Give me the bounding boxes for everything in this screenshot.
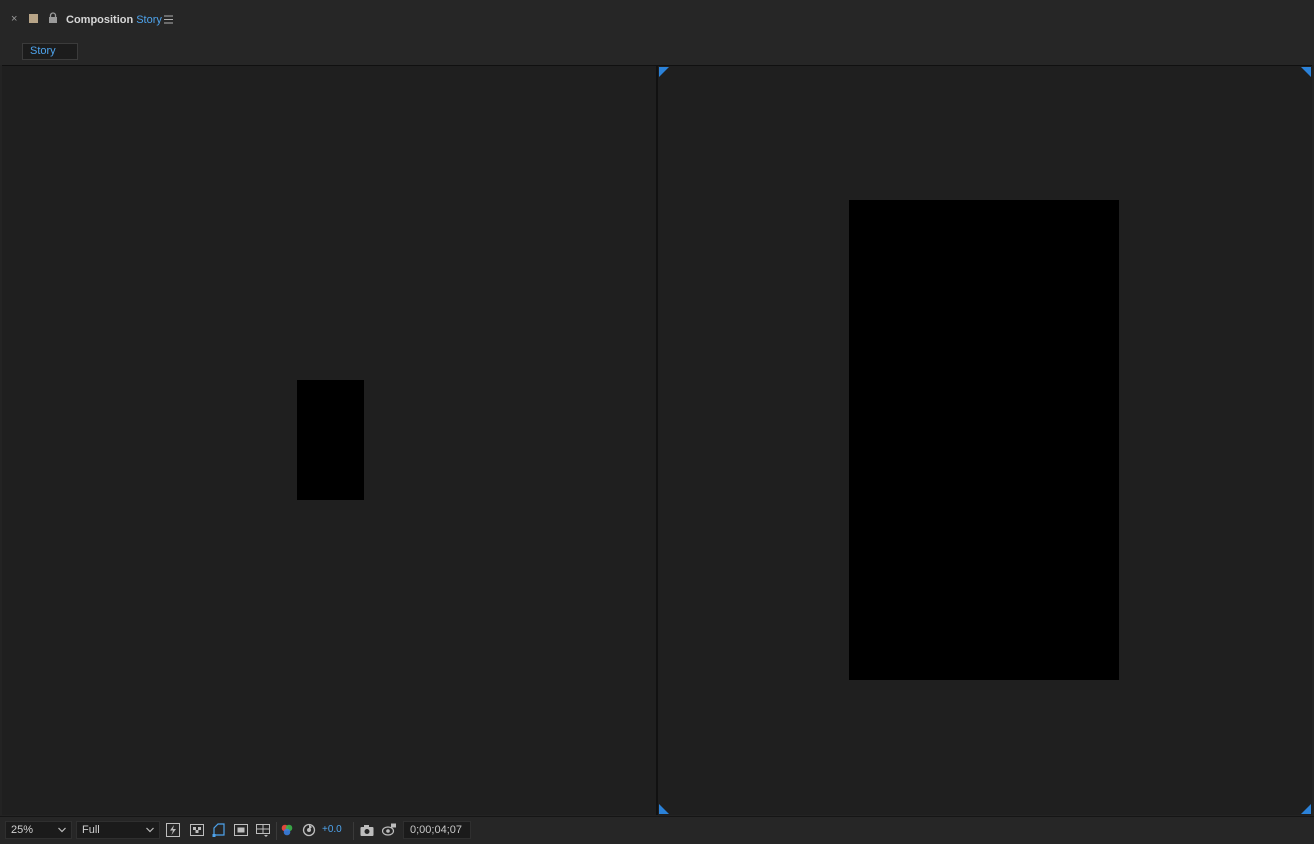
panel-header: × Composition Story bbox=[0, 0, 1314, 40]
transparency-grid-icon[interactable] bbox=[190, 823, 204, 837]
composition-navigator: Story bbox=[0, 40, 1314, 65]
channel-rgb-icon[interactable] bbox=[280, 823, 294, 837]
active-view-corner-icon bbox=[659, 67, 669, 77]
magnification-value: 25% bbox=[11, 824, 34, 836]
active-view-corner-icon bbox=[1301, 804, 1311, 814]
current-time-display[interactable]: 0;00;04;07 bbox=[403, 821, 471, 839]
composition-frame-large[interactable] bbox=[849, 200, 1119, 680]
lock-icon[interactable] bbox=[47, 12, 59, 24]
toolbar-divider bbox=[276, 822, 277, 840]
magnification-dropdown[interactable]: 25% bbox=[5, 821, 72, 839]
active-view-corner-icon bbox=[1301, 67, 1311, 77]
panel-title-prefix: Composition bbox=[66, 14, 134, 26]
toolbar-divider bbox=[353, 822, 354, 840]
panel-title: Composition Story bbox=[66, 13, 162, 27]
hamburger-icon[interactable] bbox=[164, 15, 173, 24]
region-of-interest-icon[interactable] bbox=[234, 823, 248, 837]
mask-path-icon[interactable] bbox=[212, 823, 226, 837]
composition-name: Story bbox=[136, 14, 162, 26]
resolution-dropdown[interactable]: Full bbox=[76, 821, 160, 839]
fast-previews-icon[interactable] bbox=[166, 823, 180, 837]
resolution-value: Full bbox=[82, 824, 100, 836]
viewer-pane-left[interactable] bbox=[2, 66, 656, 815]
viewer-pane-right-active[interactable] bbox=[658, 66, 1312, 815]
composition-frame-small[interactable] bbox=[297, 380, 364, 500]
grid-guides-icon[interactable] bbox=[256, 823, 270, 837]
chevron-down-icon bbox=[146, 827, 154, 833]
composition-panel: × Composition Story Story 25% Full +0.0 … bbox=[0, 0, 1314, 844]
composition-viewer[interactable] bbox=[2, 65, 1312, 815]
close-panel-icon[interactable]: × bbox=[11, 13, 17, 25]
show-snapshot-icon[interactable] bbox=[382, 823, 396, 837]
label-color-swatch[interactable] bbox=[29, 14, 38, 23]
exposure-value[interactable]: +0.0 bbox=[322, 824, 342, 836]
active-view-corner-icon bbox=[659, 804, 669, 814]
breadcrumb-story[interactable]: Story bbox=[22, 43, 78, 60]
viewer-toolbar: 25% Full +0.0 0;00;04;07 bbox=[0, 816, 1314, 844]
reset-exposure-icon[interactable] bbox=[302, 823, 316, 837]
snapshot-camera-icon[interactable] bbox=[360, 823, 374, 837]
chevron-down-icon bbox=[58, 827, 66, 833]
